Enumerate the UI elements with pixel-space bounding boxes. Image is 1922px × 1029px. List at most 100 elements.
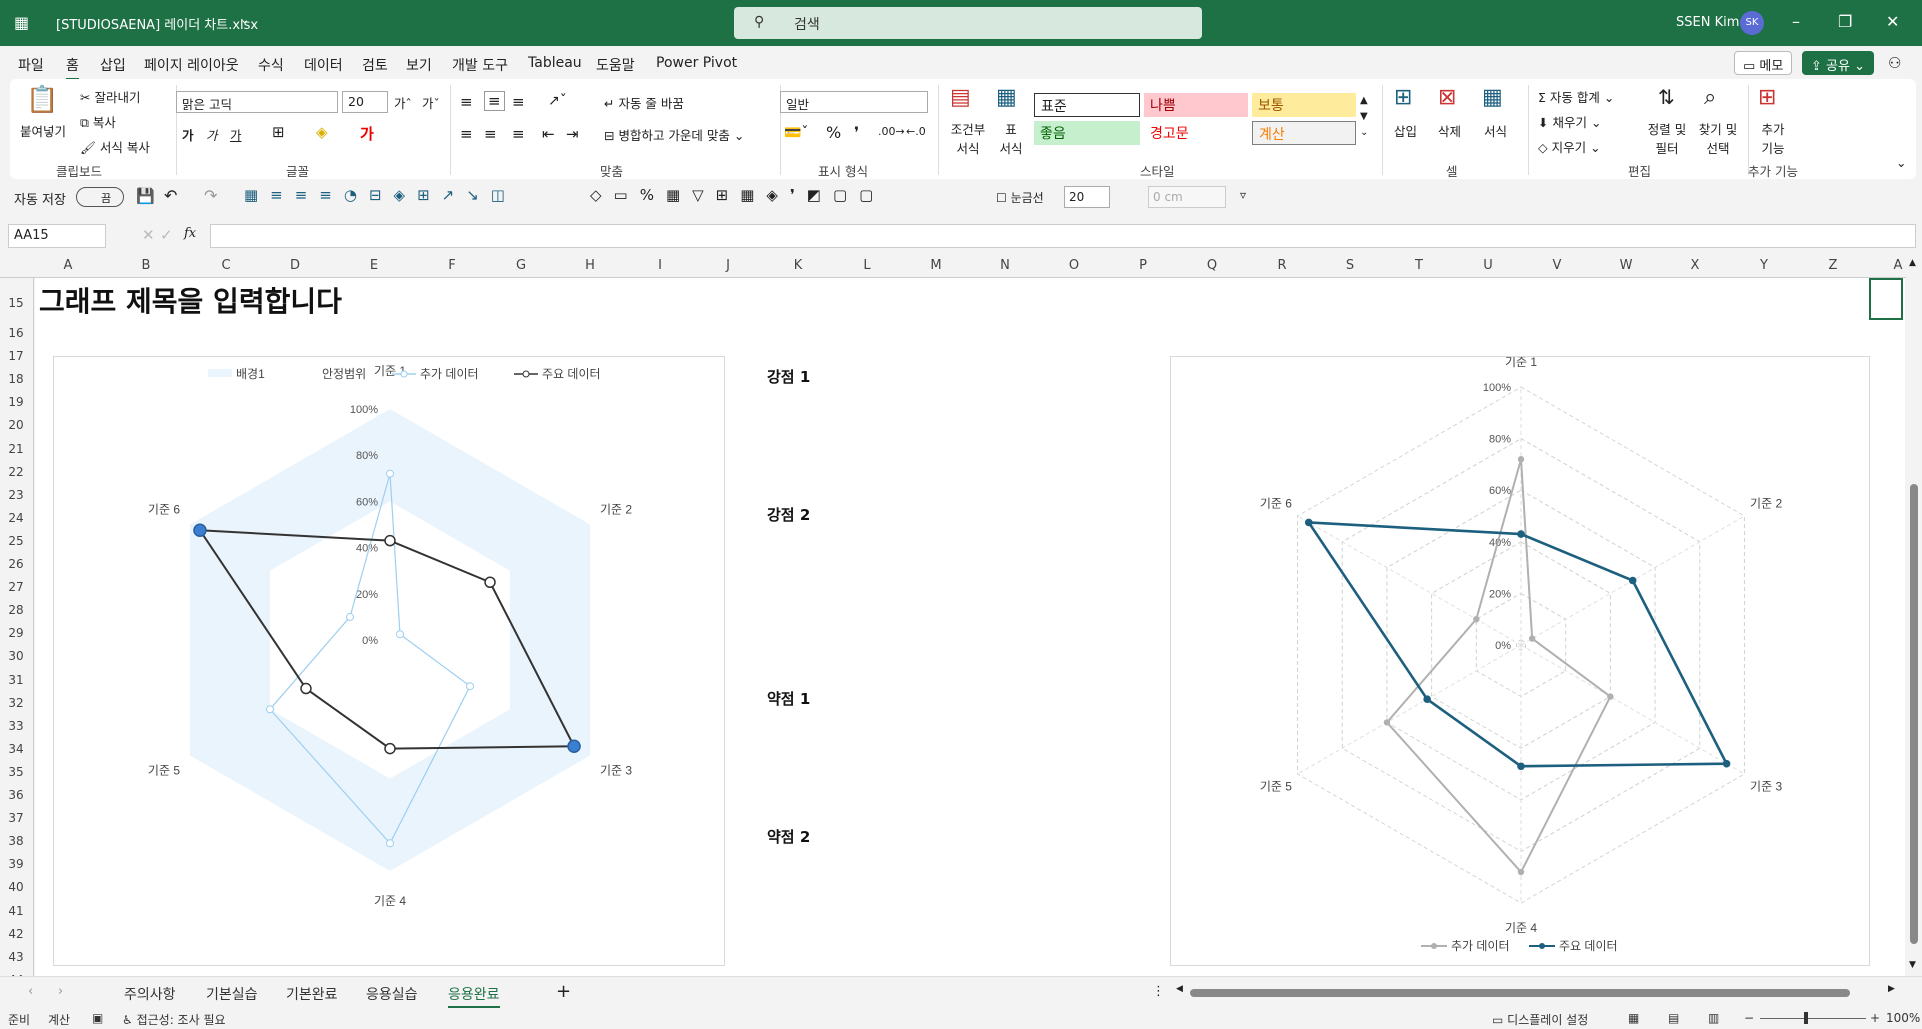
autosum-button[interactable]: Σ 자동 합계 ⌄ <box>1538 87 1614 106</box>
format-cells-button[interactable]: 서식 <box>1484 121 1507 140</box>
row-header[interactable]: 41 <box>0 904 32 918</box>
user-name[interactable]: SSEN Kim <box>1676 15 1739 30</box>
style-neutral[interactable]: 보통 <box>1252 93 1356 117</box>
tab-basic-complete[interactable]: 기본완료 <box>286 984 338 1004</box>
sort-filter-button[interactable]: 정렬 및 필터 <box>1644 119 1690 157</box>
weakness-2[interactable]: 약점 2 <box>767 826 810 847</box>
column-header[interactable]: S <box>1340 258 1360 273</box>
toolbar-shortcuts-icon[interactable]: ▦≡≡≡◔⊟◈⊞↗↘◫ <box>244 186 517 204</box>
insert-cells-button[interactable]: 삽입 <box>1394 121 1417 140</box>
radar-chart-left[interactable]: 0% 20% 40% 60% 80% 100% 기준 1 기준 2 기준 3 기준 4 기준 5 기준… <box>53 356 725 966</box>
table-format-button[interactable]: 표 서식 <box>998 119 1024 157</box>
row-header[interactable]: 26 <box>0 557 32 571</box>
percent-icon[interactable]: % <box>826 123 841 142</box>
add-sheet-icon[interactable]: + <box>556 981 571 1002</box>
styles-scroll-icon[interactable]: ▲ ▼ ⌄ <box>1360 93 1368 141</box>
font-size-dropdown[interactable]: 20 <box>342 91 388 113</box>
weakness-1[interactable]: 약점 1 <box>767 688 810 709</box>
column-header[interactable]: T <box>1409 258 1429 273</box>
zoom-out-icon[interactable]: − <box>1744 1011 1754 1025</box>
row-header[interactable]: 39 <box>0 857 32 871</box>
worksheet[interactable]: 그래프 제목을 입력합니다 0% 20% 40% 60% 80% 100% 기준 1 기준 2… <box>35 278 1905 976</box>
addins-button[interactable]: 추가 기능 <box>1758 119 1788 157</box>
menu-insert[interactable]: 삽입 <box>100 55 126 75</box>
tab-applied-complete[interactable]: 응용완료 <box>448 984 500 1009</box>
menu-developer[interactable]: 개발 도구 <box>452 55 508 75</box>
bold-button[interactable]: 가 <box>182 125 194 144</box>
number-format-dropdown[interactable]: 일반 <box>780 91 928 113</box>
column-header[interactable]: D <box>285 258 305 273</box>
selected-cell[interactable] <box>1869 278 1903 320</box>
menu-review[interactable]: 검토 <box>362 55 388 75</box>
addins-icon[interactable]: ⊞ <box>1758 85 1776 110</box>
memo-button[interactable]: ▭ 메모 <box>1734 51 1793 75</box>
column-header[interactable]: F <box>442 258 462 273</box>
style-warning[interactable]: 경고문 <box>1144 121 1248 145</box>
next-sheet-icon[interactable]: › <box>58 984 63 999</box>
insert-cells-icon[interactable]: ⊞ <box>1394 85 1412 110</box>
decrease-decimal-icon[interactable]: ←.0 <box>906 125 926 138</box>
row-height-dropdown[interactable]: 20 <box>1064 186 1110 208</box>
row-header[interactable]: 21 <box>0 442 32 456</box>
zoom-in-icon[interactable]: + <box>1870 1011 1880 1025</box>
zoom-level[interactable]: 100% <box>1886 1011 1920 1025</box>
align-bottom-icon[interactable]: ≡ <box>512 93 525 111</box>
scroll-up-icon[interactable]: ▲ <box>1909 258 1916 268</box>
restore-icon[interactable]: ❐ <box>1838 12 1852 31</box>
horizontal-scrollbar[interactable]: ◀ ▶ <box>1176 984 1902 999</box>
row-header[interactable]: 15 <box>0 296 32 310</box>
undo-icon[interactable]: ↶ <box>164 186 177 205</box>
menu-page-layout[interactable]: 페이지 레이아웃 <box>144 55 239 75</box>
column-header[interactable]: I <box>650 258 670 273</box>
column-header[interactable]: M <box>926 258 946 273</box>
column-header[interactable]: Y <box>1754 258 1774 273</box>
name-box[interactable]: AA15 <box>8 224 106 248</box>
gridlines-checkbox[interactable]: ☐ 눈금선 <box>996 189 1044 206</box>
zoom-slider[interactable] <box>1760 1018 1866 1019</box>
row-header[interactable]: 43 <box>0 950 32 964</box>
fill-button[interactable]: ⬇ 채우기 ⌄ <box>1538 112 1601 131</box>
italic-button[interactable]: 가 <box>206 125 218 144</box>
formula-input[interactable] <box>210 224 1916 248</box>
status-calc[interactable]: 계산 <box>48 1011 70 1028</box>
underline-button[interactable]: 가 <box>230 125 242 144</box>
close-icon[interactable]: ✕ <box>1886 12 1899 31</box>
column-header[interactable]: Q <box>1202 258 1222 273</box>
row-header[interactable]: 34 <box>0 742 32 756</box>
orientation-icon[interactable]: ↗ˇ <box>548 93 567 109</box>
row-header[interactable]: 40 <box>0 880 32 894</box>
scroll-down-icon[interactable]: ▼ <box>1909 960 1916 970</box>
style-calculation[interactable]: 계산 <box>1252 121 1356 145</box>
find-icon[interactable]: ⌕ <box>1704 85 1716 110</box>
column-header[interactable]: G <box>511 258 531 273</box>
row-header[interactable]: 33 <box>0 719 32 733</box>
tab-applied-practice[interactable]: 응용실습 <box>366 984 418 1004</box>
merge-center-button[interactable]: ⊟ 병합하고 가운데 맞춤 ⌄ <box>604 125 744 144</box>
shrink-font-button[interactable]: 가ˇ <box>422 93 440 112</box>
share-button[interactable]: ⇪ 공유 ⌄ <box>1802 51 1874 75</box>
row-header[interactable]: 36 <box>0 788 32 802</box>
align-right-icon[interactable]: ≡ <box>512 125 525 143</box>
minimize-icon[interactable]: – <box>1792 12 1800 31</box>
column-header[interactable]: X <box>1685 258 1705 273</box>
strength-1[interactable]: 강점 1 <box>767 366 810 387</box>
display-settings[interactable]: ▭ 디스플레이 설정 <box>1492 1011 1588 1028</box>
column-header[interactable]: W <box>1616 258 1636 273</box>
scroll-left-icon[interactable]: ◀ <box>1176 984 1183 994</box>
font-name-dropdown[interactable]: 맑은 고딕 <box>176 91 338 113</box>
row-header[interactable]: 20 <box>0 418 32 432</box>
menu-help[interactable]: 도움말 <box>596 55 635 75</box>
clear-button[interactable]: ◇ 지우기 ⌄ <box>1538 137 1601 156</box>
increase-indent-icon[interactable]: ⇥ <box>566 125 579 143</box>
cut-button[interactable]: ✂ 잘라내기 <box>80 87 140 106</box>
search-box[interactable]: ⚲ 검색 <box>734 7 1202 39</box>
row-header[interactable]: 16 <box>0 326 32 340</box>
menu-power-pivot[interactable]: Power Pivot <box>656 55 737 71</box>
row-header[interactable]: 32 <box>0 696 32 710</box>
scroll-right-icon[interactable]: ▶ <box>1888 984 1895 994</box>
tab-basic-practice[interactable]: 기본실습 <box>206 984 258 1004</box>
currency-icon[interactable]: 💳ˇ <box>784 125 808 141</box>
row-header[interactable]: 22 <box>0 465 32 479</box>
format-cells-icon[interactable]: ▦ <box>1482 85 1503 110</box>
column-header[interactable]: B <box>136 258 156 273</box>
